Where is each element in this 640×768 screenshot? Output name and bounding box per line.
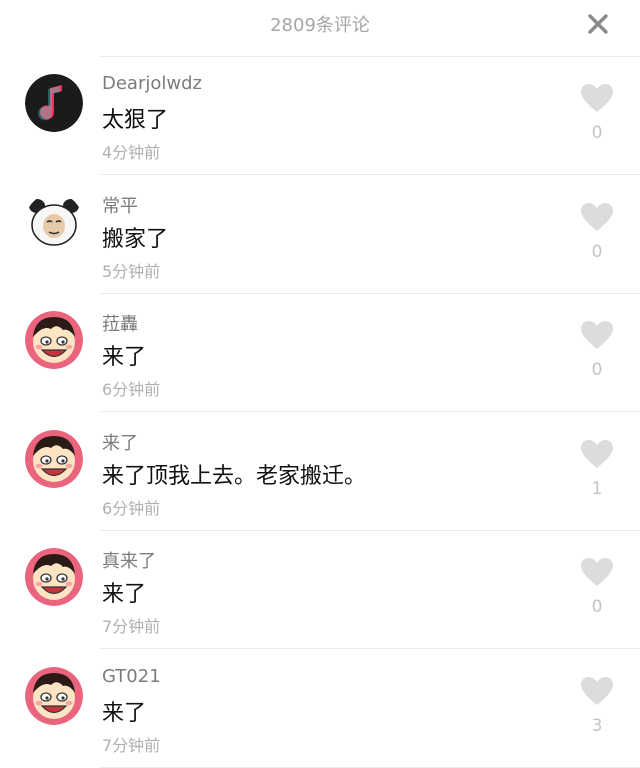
user-name[interactable]: 真来了 <box>102 547 156 573</box>
comment-item: 常平搬家了 5分钟前 0 <box>0 176 640 294</box>
comment-timestamp: 6分钟前 <box>102 380 161 399</box>
like-button[interactable]: 1 <box>578 439 616 509</box>
user-name[interactable]: 来了 <box>102 429 138 455</box>
heart-icon <box>581 321 613 349</box>
like-count: 3 <box>591 715 603 736</box>
user-avatar[interactable] <box>25 666 83 725</box>
heart-icon <box>581 676 613 705</box>
music-note-avatar <box>25 74 83 132</box>
comment-timestamp: 5分钟前 <box>102 261 161 281</box>
comment-timestamp: 7分钟前 <box>102 735 161 755</box>
like-button[interactable]: 0 <box>578 83 616 153</box>
user-name[interactable]: 常平 <box>102 192 138 218</box>
user-name[interactable]: 菈轟 <box>102 310 138 336</box>
like-count: 1 <box>591 478 603 499</box>
comment-count-title: 2809条评论 <box>270 15 370 36</box>
heart-icon <box>581 439 613 468</box>
user-name[interactable]: Dearjolwdz <box>102 73 202 94</box>
comment-item: Dearjolwdz 太狠了 4分钟前 0 <box>0 57 640 175</box>
cartoon-boy-avatar <box>25 311 83 369</box>
user-avatar[interactable] <box>25 429 83 488</box>
row-divider <box>100 766 640 768</box>
comment-item: 真来了来了 7分钟前 0 <box>0 531 640 649</box>
comment-timestamp: 6分钟前 <box>102 498 161 518</box>
like-button[interactable]: 0 <box>578 557 616 627</box>
comment-text: 搬家了 <box>102 226 169 252</box>
user-avatar[interactable] <box>25 311 83 369</box>
like-count: 0 <box>591 241 603 262</box>
comment-timestamp: 7分钟前 <box>102 617 161 636</box>
heart-icon <box>581 84 613 112</box>
like-button[interactable]: 3 <box>578 676 616 746</box>
comment-text: 太狠了 <box>102 108 169 133</box>
heart-icon <box>581 558 613 586</box>
like-count: 0 <box>591 360 603 380</box>
like-count: 0 <box>591 123 603 143</box>
cartoon-boy-avatar <box>25 666 83 725</box>
cartoon-boy-avatar <box>25 429 83 488</box>
heart-icon <box>581 202 613 231</box>
comment-text: 来了 <box>102 345 147 370</box>
user-avatar[interactable] <box>25 548 83 606</box>
user-avatar[interactable] <box>25 192 83 251</box>
comments-panel: 2809条评论 Dearjolwdz 太狠了 4分钟前 0 常平搬家了 5分钟前 0 <box>0 0 640 768</box>
close-button[interactable] <box>584 10 612 38</box>
like-button[interactable]: 0 <box>578 202 616 272</box>
comment-item: 来了来了顶我上去。老家搬迁。 6分钟前 1 <box>0 413 640 531</box>
comment-item: GT021 来了 7分钟前 3 <box>0 650 640 768</box>
user-avatar[interactable] <box>25 74 83 132</box>
comment-text: 来了 <box>102 700 147 726</box>
comment-text: 来了顶我上去。老家搬迁。 <box>102 463 367 489</box>
comments-header: 2809条评论 <box>0 0 640 50</box>
cartoon-boy-avatar <box>25 548 83 606</box>
close-icon <box>588 14 608 34</box>
like-count: 0 <box>591 597 603 617</box>
user-name[interactable]: GT021 <box>102 666 161 687</box>
comment-text: 来了 <box>102 582 147 607</box>
comment-timestamp: 4分钟前 <box>102 143 161 162</box>
like-button[interactable]: 0 <box>578 320 616 390</box>
panda-meme-avatar <box>25 192 83 251</box>
comment-item: 菈轟来了 6分钟前 0 <box>0 294 640 412</box>
